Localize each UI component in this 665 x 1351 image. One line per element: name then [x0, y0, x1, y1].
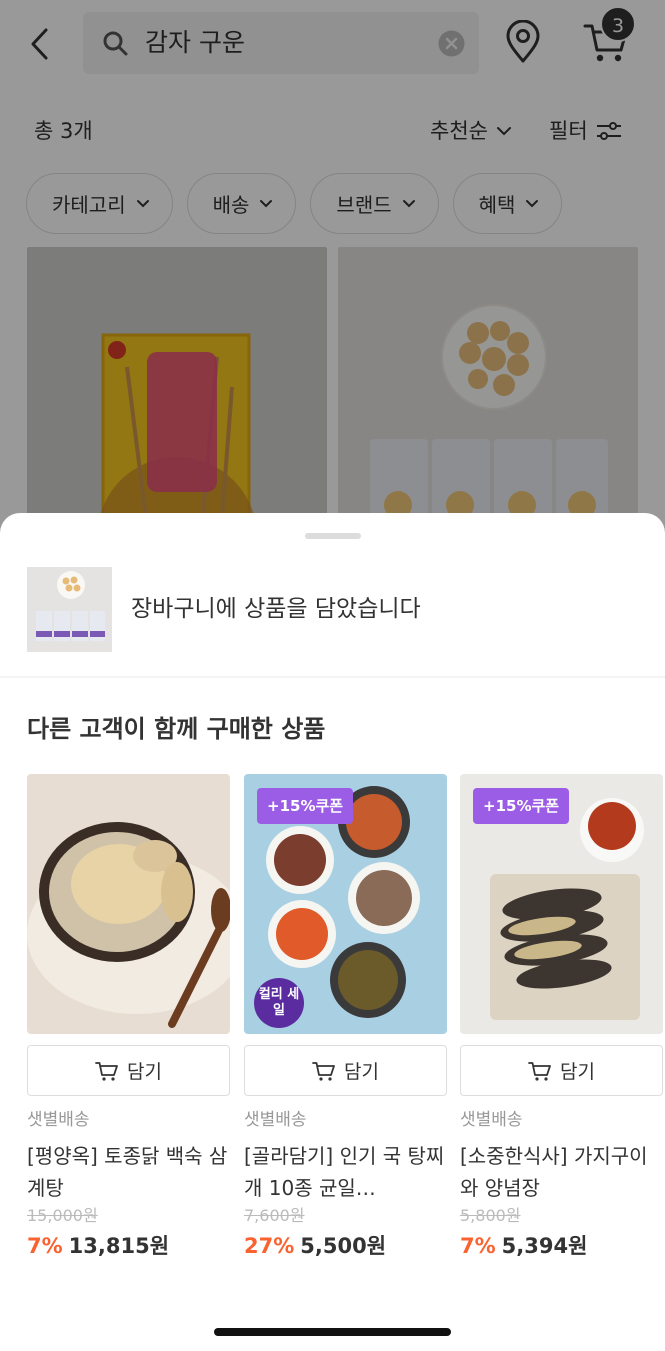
product-image[interactable]: +15%쿠폰 [460, 774, 663, 1034]
add-to-cart-button[interactable]: 담기 [244, 1045, 447, 1096]
cart-icon [528, 1061, 551, 1081]
home-indicator [214, 1328, 451, 1336]
product-image[interactable]: +15%쿠폰 컬리 세일 [244, 774, 447, 1034]
cart-icon [312, 1061, 335, 1081]
original-price: 15,000원 [27, 1206, 98, 1225]
original-price: 7,600원 [244, 1206, 305, 1225]
coupon-badge: +15%쿠폰 [473, 788, 570, 824]
add-to-cart-button[interactable]: 담기 [460, 1045, 663, 1096]
sale-price: 5,394원 [501, 1234, 588, 1258]
cart-icon [95, 1061, 118, 1081]
kurly-sale-badge: 컬리 세일 [254, 978, 304, 1028]
recommended-products: 담기 샛별배송 [평양옥] 토종닭 백숙 삼계탕 15,000원 7% 13,81… [27, 774, 665, 1294]
discount-rate: 7% [27, 1234, 63, 1258]
delivery-type: 샛별배송 [244, 1110, 307, 1130]
delivery-type: 샛별배송 [27, 1110, 90, 1130]
sale-price: 13,815원 [68, 1234, 170, 1258]
product-name[interactable]: [소중한식사] 가지구이와 양념장 [460, 1140, 663, 1204]
delivery-type: 샛별배송 [460, 1110, 523, 1130]
added-product-thumbnail [27, 567, 112, 652]
discount-rate: 7% [460, 1234, 496, 1258]
product-name[interactable]: [골라담기] 인기 국 탕찌개 10종 균일… [244, 1140, 447, 1204]
coupon-badge: +15%쿠폰 [257, 788, 354, 824]
section-title: 다른 고객이 함께 구매한 상품 [27, 715, 326, 743]
add-button-label: 담기 [344, 1061, 379, 1083]
cart-added-message: 장바구니에 상품을 담았습니다 [131, 596, 421, 622]
cart-added-bottom-sheet: 장바구니에 상품을 담았습니다 다른 고객이 함께 구매한 상품 담기 샛별배송… [0, 513, 665, 1351]
product-image[interactable] [27, 774, 230, 1034]
discount-rate: 27% [244, 1234, 295, 1258]
product-name[interactable]: [평양옥] 토종닭 백숙 삼계탕 [27, 1140, 230, 1204]
add-button-label: 담기 [127, 1061, 162, 1083]
add-to-cart-button[interactable]: 담기 [27, 1045, 230, 1096]
sheet-drag-handle[interactable] [305, 533, 361, 539]
price-row: 27% 5,500원 [244, 1230, 386, 1262]
original-price: 5,800원 [460, 1206, 521, 1225]
add-button-label: 담기 [560, 1061, 595, 1083]
price-row: 7% 13,815원 [27, 1230, 169, 1262]
sale-price: 5,500원 [300, 1234, 387, 1258]
divider [0, 676, 665, 678]
price-row: 7% 5,394원 [460, 1230, 587, 1262]
